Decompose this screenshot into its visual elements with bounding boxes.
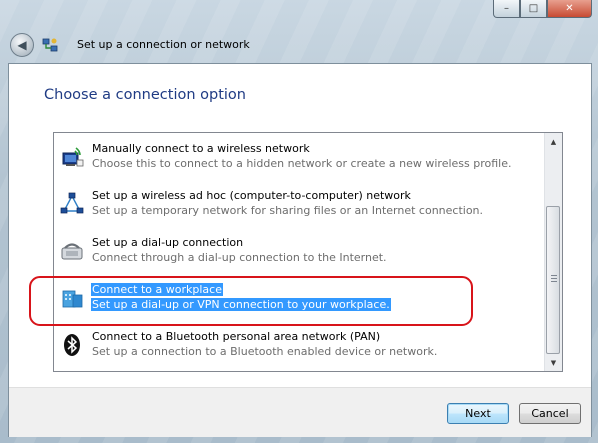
option-title: Manually connect to a wireless network — [92, 142, 310, 155]
maximize-button[interactable]: □ — [520, 0, 547, 18]
option-description: Connect through a dial-up connection to … — [92, 251, 387, 264]
connection-options-list[interactable]: Manually connect to a wireless network C… — [53, 132, 563, 372]
option-title: Set up a wireless ad hoc (computer-to-co… — [92, 189, 411, 202]
option-description: Choose this to connect to a hidden netwo… — [92, 157, 512, 170]
window-title: Set up a connection or network — [77, 38, 250, 51]
page-title: Choose a connection option — [44, 87, 246, 103]
option-description: Set up a connection to a Bluetooth enabl… — [92, 345, 438, 358]
grip-line — [551, 281, 557, 282]
wireless-network-icon — [62, 147, 84, 167]
vertical-scrollbar[interactable]: ▲ ▼ — [544, 133, 562, 371]
option-dialup[interactable]: Set up a dial-up connection Connect thro… — [54, 231, 544, 273]
grip-line — [551, 275, 557, 276]
option-adhoc-network[interactable]: Set up a wireless ad hoc (computer-to-co… — [54, 184, 544, 226]
scrollbar-thumb[interactable] — [546, 206, 560, 354]
option-manual-wireless[interactable]: Manually connect to a wireless network C… — [54, 137, 544, 179]
option-description: Set up a temporary network for sharing f… — [92, 204, 484, 217]
adhoc-network-icon — [60, 192, 84, 214]
option-title: Connect to a Bluetooth personal area net… — [92, 330, 381, 343]
back-arrow-icon: ◀ — [17, 38, 27, 52]
annotation-highlight — [29, 276, 473, 326]
network-center-icon — [42, 38, 58, 52]
back-button[interactable]: ◀ — [10, 33, 34, 57]
cancel-button[interactable]: Cancel — [519, 403, 581, 424]
wizard-header: ◀ Set up a connection or network — [8, 29, 590, 59]
dialup-modem-icon — [61, 243, 83, 260]
close-button[interactable]: ✕ — [547, 0, 592, 18]
grip-line — [551, 278, 557, 279]
wizard-content: Choose a connection option Manually conn… — [8, 63, 592, 437]
option-title: Set up a dial-up connection — [92, 236, 244, 249]
scroll-up-arrow-icon[interactable]: ▲ — [545, 133, 562, 150]
window-controls: – □ ✕ — [493, 0, 592, 18]
scroll-down-arrow-icon[interactable]: ▼ — [545, 354, 562, 371]
next-button[interactable]: Next — [447, 403, 509, 424]
bluetooth-icon — [64, 334, 80, 356]
minimize-button[interactable]: – — [493, 0, 520, 18]
option-bluetooth-pan[interactable]: Connect to a Bluetooth personal area net… — [54, 325, 544, 367]
